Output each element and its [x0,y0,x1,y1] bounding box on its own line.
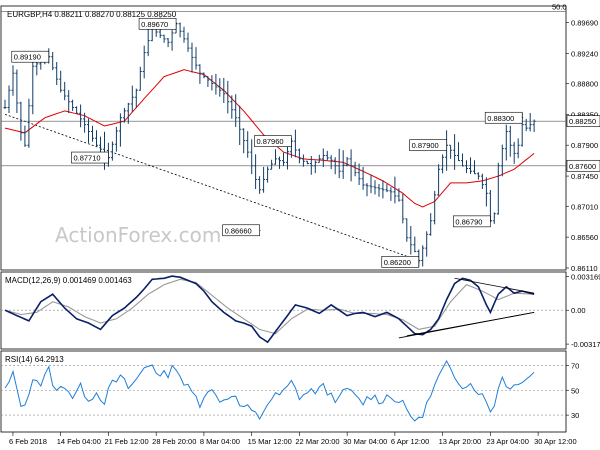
macd-tick-label: -0.003177 [571,340,600,349]
price-annotation: 0.87900 [409,139,448,152]
time-tick-label: 14 Feb 04:00 [57,437,101,446]
rsi-panel: RSI(14) 64.2913 70 50 30 [0,350,579,433]
time-tick-label: 6 Apr 12:00 [391,437,429,446]
annotation-label: 0.89190 [14,53,41,62]
price-annotation: 0.86660 [222,224,261,237]
price-tick-label: 0.88800 [571,79,598,88]
macd-panel: MACD(12,26,9) 0.001469 0.001463 0.003169… [0,271,600,350]
price-tick-label: 0.87010 [571,202,598,211]
rsi-label: RSI(14) 64.2913 [5,355,64,364]
fib-level-label: 50.0 [552,2,567,11]
price-annotation: 0.86790 [453,215,492,228]
annotation-label: 0.87900 [412,141,439,150]
time-tick-label: 23 Apr 04:00 [486,437,529,446]
macd-axis: 0.003169 0.00 -0.003177 [566,272,600,349]
annotation-label: 0.88300 [487,114,514,123]
macd-tick-label: 0.00 [571,306,586,315]
time-tick-label: 21 Feb 12:00 [104,437,148,446]
time-tick-label: 28 Feb 20:00 [152,437,196,446]
support-price-label: 0.87600 [569,162,596,171]
rsi-tick-label: 50 [571,386,579,395]
price-annotation: 0.88300 [484,111,524,124]
annotation-label: 0.86660 [225,226,252,235]
chart-canvas: EURGBP,H4 0.88211 0.88270 0.88125 0.8825… [0,2,600,446]
time-tick-label: 22 Mar 20:00 [295,437,339,446]
time-axis: 6 Feb 2018 14 Feb 04:00 21 Feb 12:00 28 Feb… [9,432,577,446]
time-tick-label: 30 Apr 12:00 [534,437,577,446]
time-tick-label: 6 Feb 2018 [9,437,47,446]
price-tick-label: 0.86560 [571,233,598,242]
price-annotation: 0.86200 [381,256,420,268]
current-price-label: 0.88250 [569,117,596,126]
price-axis: 0.896900.892400.888000.883500.879000.874… [566,18,598,273]
annotation-label: 0.89670 [141,20,168,29]
price-panel: EURGBP,H4 0.88211 0.88270 0.88125 0.8825… [0,2,600,273]
time-tick-label: 30 Mar 04:00 [343,437,387,446]
annotation-label: 0.86200 [384,258,411,267]
annotation-label: 0.87710 [73,154,100,163]
rsi-tick-label: 30 [571,411,579,420]
price-annotation: 0.89670 [138,17,178,30]
price-annotation: 0.89190 [11,50,50,63]
watermark: ActionForex.com [55,223,221,247]
price-annotation: 0.87960 [254,135,293,147]
rsi-tick-label: 70 [571,361,579,370]
macd-label: MACD(12,26,9) 0.001469 0.001463 [5,276,132,285]
current-price-marker: 0.88250 [566,115,600,127]
annotation-label: 0.87960 [256,137,283,146]
rsi-axis: 70 50 30 [566,361,579,420]
time-tick-label: 13 Apr 20:00 [439,437,482,446]
support-marker: 0.87600 [566,159,600,172]
price-tick-label: 0.87900 [571,141,598,150]
annotation-label: 0.86790 [455,217,482,226]
time-tick-label: 8 Mar 04:00 [200,437,240,446]
price-tick-label: 0.89690 [571,18,598,27]
macd-tick-label: 0.003169 [571,272,600,281]
price-annotation: 0.87710 [71,151,110,164]
price-tick-label: 0.87450 [571,172,598,181]
price-tick-label: 0.89240 [571,49,598,58]
time-tick-label: 15 Mar 12:00 [248,437,292,446]
